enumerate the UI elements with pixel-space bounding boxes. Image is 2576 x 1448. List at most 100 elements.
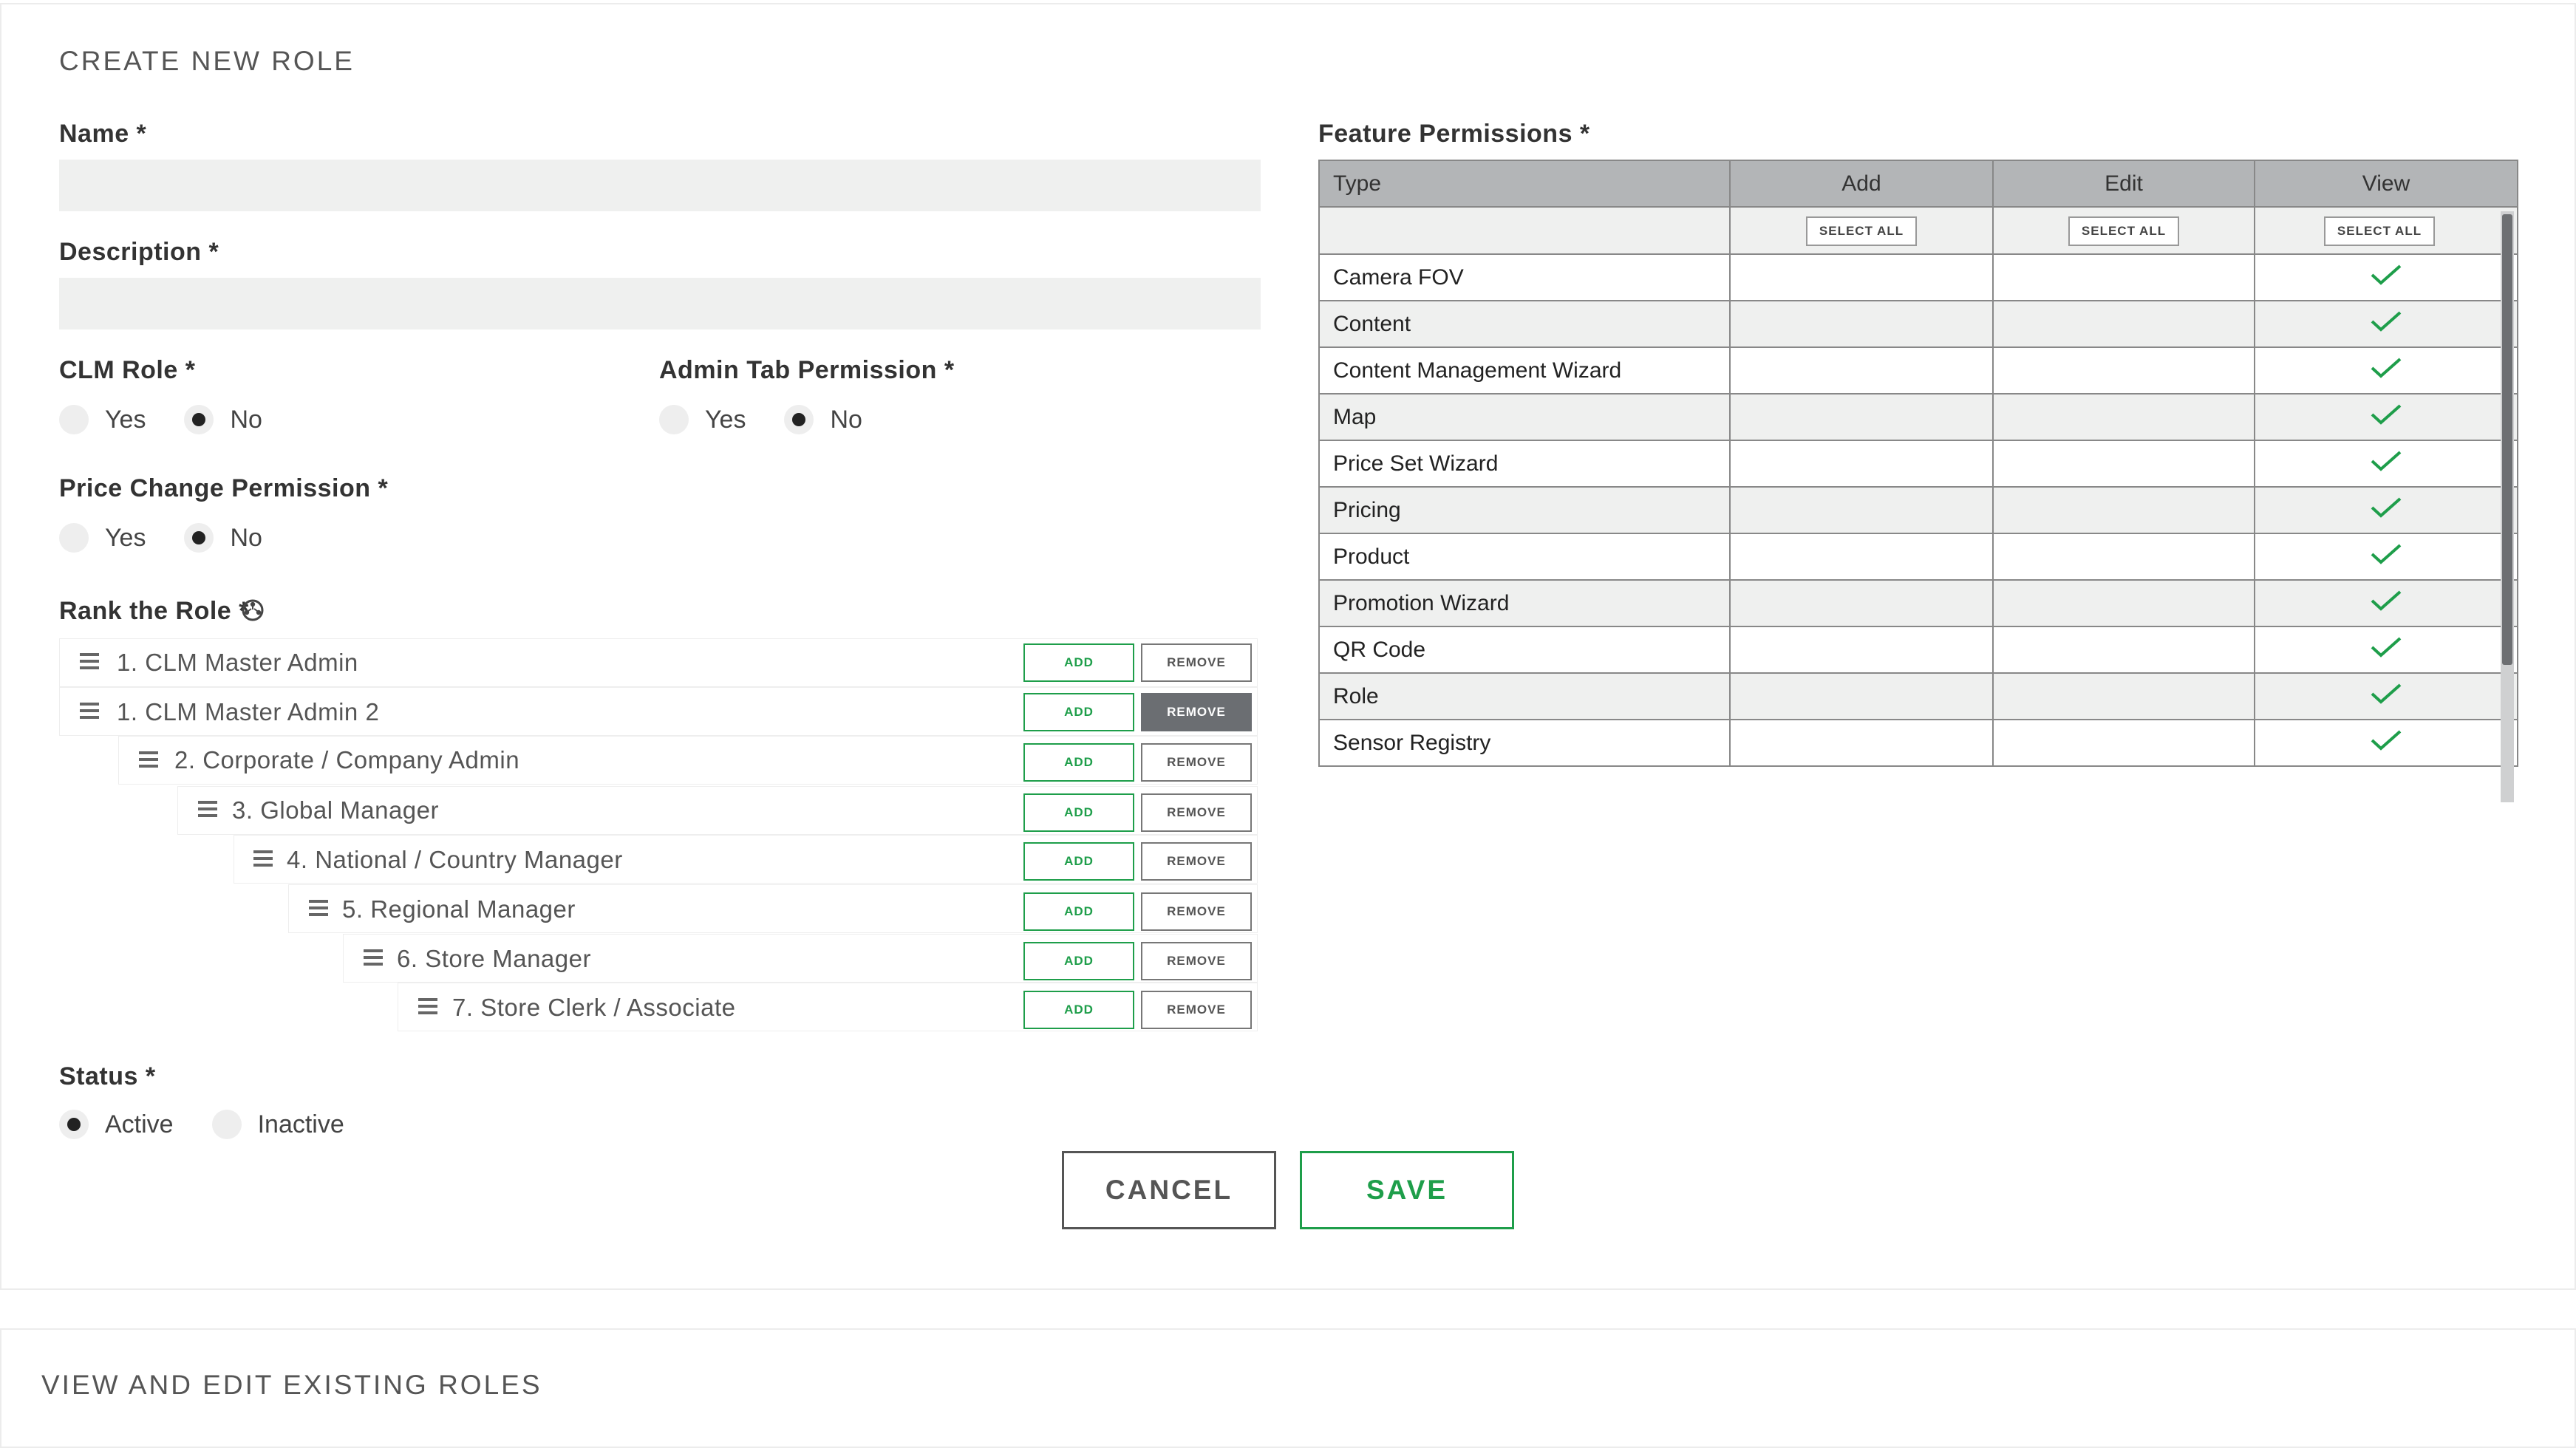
cancel-button[interactable]: CANCEL [1062,1151,1276,1229]
view-cell[interactable] [2254,486,2518,534]
view-cell[interactable] [2254,393,2518,441]
admin-tab-no-label: No [830,405,862,434]
select-all-edit-button[interactable]: SELECT ALL [2068,216,2179,246]
sitemap-icon [242,599,264,621]
admin-tab-radio-group: Yes No [659,405,901,434]
row-type: Camera FOV [1318,253,1731,301]
view-cell[interactable] [2254,440,2518,488]
table-row: Pricing [1318,486,2518,534]
add-cell[interactable] [1729,440,1994,488]
rank-row-label: 1. CLM Master Admin [117,649,358,676]
rank-remove-button[interactable]: REMOVE [1141,892,1252,931]
status-active-radio[interactable] [59,1110,89,1139]
admin-tab-yes-label: Yes [705,405,746,434]
drag-handle-icon[interactable] [80,653,99,669]
view-cell[interactable] [2254,300,2518,348]
edit-cell[interactable] [1992,533,2255,581]
column-header-add: Add [1729,160,1994,208]
drag-handle-icon[interactable] [198,801,217,817]
add-cell[interactable] [1729,393,1994,441]
rank-remove-button[interactable]: REMOVE [1141,793,1252,832]
select-all-view-button[interactable]: SELECT ALL [2324,216,2435,246]
add-cell[interactable] [1729,346,1994,395]
edit-cell[interactable] [1992,346,2255,395]
price-change-label: Price Change Permission * [59,474,389,502]
rank-add-button[interactable]: ADD [1023,693,1134,731]
select-all-add-button[interactable]: SELECT ALL [1806,216,1917,246]
admin-tab-yes-radio[interactable] [659,405,689,434]
rank-row-label: 3. Global Manager [232,796,439,824]
drag-handle-icon[interactable] [253,850,273,867]
rank-add-button[interactable]: ADD [1023,743,1134,782]
add-cell[interactable] [1729,626,1994,674]
clm-role-yes-radio[interactable] [59,405,89,434]
row-type: Map [1318,393,1731,441]
edit-cell[interactable] [1992,486,2255,534]
rank-remove-button[interactable]: REMOVE [1141,743,1252,782]
edit-cell[interactable] [1992,300,2255,348]
status-active-label: Active [105,1110,174,1138]
add-cell[interactable] [1729,579,1994,627]
rank-remove-button[interactable]: REMOVE [1141,942,1252,980]
description-input[interactable] [59,278,1261,329]
drag-handle-icon[interactable] [364,949,383,966]
add-cell[interactable] [1729,300,1994,348]
rank-remove-button[interactable]: REMOVE [1141,643,1252,682]
view-cell[interactable] [2254,253,2518,301]
rank-add-button[interactable]: ADD [1023,892,1134,931]
view-cell[interactable] [2254,672,2518,720]
view-cell[interactable] [2254,533,2518,581]
rank-remove-button[interactable]: REMOVE [1141,842,1252,881]
rank-remove-button[interactable]: REMOVE [1141,693,1252,731]
view-cell[interactable] [2254,719,2518,767]
add-cell[interactable] [1729,486,1994,534]
view-cell[interactable] [2254,579,2518,627]
edit-cell[interactable] [1992,719,2255,767]
price-change-no-label: No [230,523,262,552]
existing-roles-title[interactable]: VIEW AND EDIT EXISTING ROLES [41,1370,542,1401]
drag-handle-icon[interactable] [418,998,437,1014]
edit-cell[interactable] [1992,672,2255,720]
create-role-title: CREATE NEW ROLE [59,46,355,76]
clm-role-yes-label: Yes [105,405,146,434]
checkmark-icon [2371,451,2402,471]
checkmark-icon [2371,590,2402,611]
column-header-type: Type [1318,160,1731,208]
rank-add-button[interactable]: ADD [1023,942,1134,980]
view-cell[interactable] [2254,346,2518,395]
edit-cell[interactable] [1992,579,2255,627]
rank-row-label: 2. Corporate / Company Admin [174,746,520,773]
rank-add-button[interactable]: ADD [1023,643,1134,682]
add-cell[interactable] [1729,719,1994,767]
save-button[interactable]: SAVE [1300,1151,1514,1229]
drag-handle-icon[interactable] [80,703,99,719]
view-cell[interactable] [2254,626,2518,674]
checkmark-icon [2371,358,2402,378]
select-all-row: SELECT ALL SELECT ALL SELECT ALL [1318,206,2518,255]
edit-cell[interactable] [1992,440,2255,488]
description-label: Description * [59,238,219,266]
rank-add-button[interactable]: ADD [1023,793,1134,832]
table-scrollbar-thumb[interactable] [2502,214,2512,665]
drag-handle-icon[interactable] [309,900,328,916]
edit-cell[interactable] [1992,626,2255,674]
status-inactive-radio[interactable] [211,1110,242,1139]
rank-add-button[interactable]: ADD [1023,991,1134,1029]
add-cell[interactable] [1729,253,1994,301]
price-change-no-radio[interactable] [184,523,214,553]
admin-tab-no-radio[interactable] [784,405,814,434]
rank-remove-button[interactable]: REMOVE [1141,991,1252,1029]
status-label: Status * [59,1062,156,1090]
price-change-yes-radio[interactable] [59,523,89,553]
add-cell[interactable] [1729,672,1994,720]
add-cell[interactable] [1729,533,1994,581]
edit-cell[interactable] [1992,393,2255,441]
rank-add-button[interactable]: ADD [1023,842,1134,881]
price-change-yes-label: Yes [105,523,146,552]
edit-cell[interactable] [1992,253,2255,301]
row-type: Content [1318,300,1731,348]
drag-handle-icon[interactable] [139,751,158,768]
clm-role-no-radio[interactable] [184,405,214,434]
feature-permissions-table: Type Add Edit View SELECT ALL SELECT ALL… [1318,160,2518,767]
name-input[interactable] [59,160,1261,211]
